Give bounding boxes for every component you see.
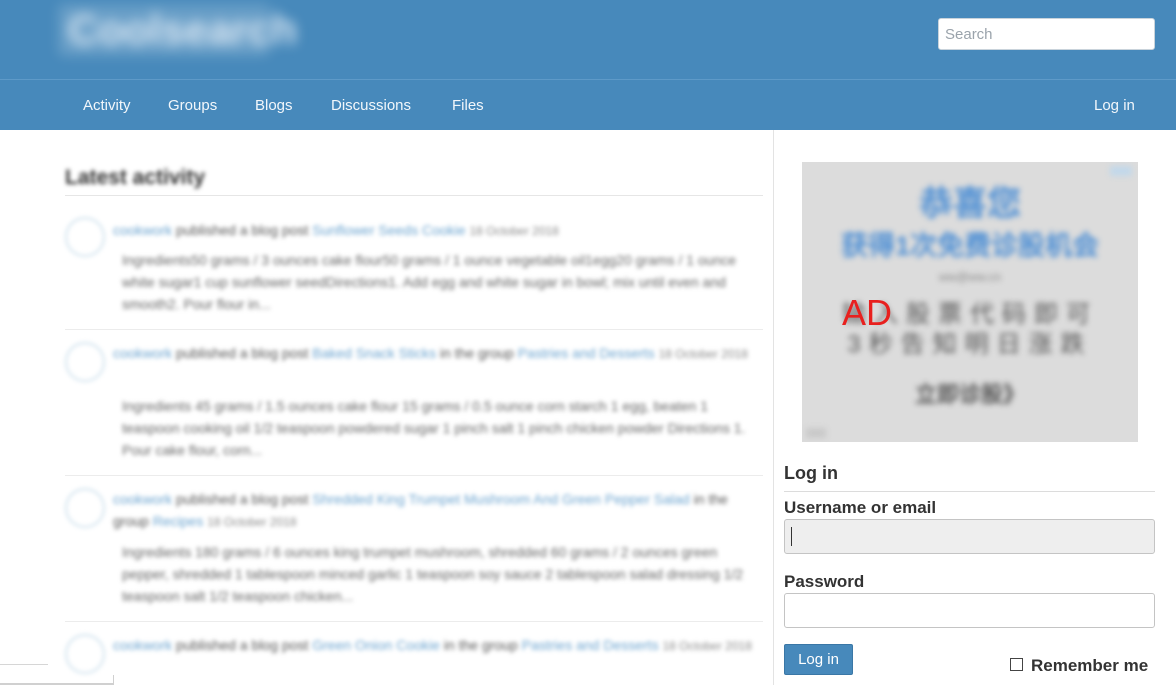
nav-discussions[interactable]: Discussions bbox=[331, 80, 411, 131]
login-button[interactable]: Log in bbox=[784, 644, 853, 675]
remember-me[interactable]: Remember me bbox=[1010, 656, 1148, 676]
password-label: Password bbox=[784, 572, 865, 591]
post-link[interactable]: Baked Snack Sticks bbox=[312, 345, 436, 361]
post-excerpt: Ingredients 45 grams / 1.5 ounces cake f… bbox=[122, 398, 746, 458]
activity-meta: cookwork published a blog post Baked Sna… bbox=[113, 342, 763, 365]
nav-files[interactable]: Files bbox=[452, 80, 484, 131]
divider bbox=[65, 475, 763, 476]
site-logo[interactable]: Coolsearch bbox=[58, 4, 297, 56]
scrollbar-edge bbox=[113, 675, 114, 685]
avatar[interactable] bbox=[65, 342, 105, 382]
nav-groups[interactable]: Groups bbox=[168, 80, 217, 131]
user-link[interactable]: cookwork bbox=[113, 637, 172, 653]
page-title: Latest activity bbox=[65, 166, 206, 189]
ad-info-icon[interactable] bbox=[806, 428, 826, 438]
header-bar: Coolsearch bbox=[0, 0, 1176, 79]
action-text: published a blog post bbox=[176, 637, 309, 653]
group-prefix: in the group bbox=[439, 345, 514, 361]
post-link[interactable]: Sunflower Seeds Cookie bbox=[312, 222, 465, 238]
sidebar-divider bbox=[773, 130, 774, 685]
ad-url: ww@ww.cn bbox=[938, 270, 1002, 284]
action-text: published a blog post bbox=[176, 491, 309, 507]
divider bbox=[65, 621, 763, 622]
post-date: 18 October 2018 bbox=[469, 224, 559, 238]
post-date: 18 October 2018 bbox=[658, 347, 748, 361]
group-prefix: in the group bbox=[443, 637, 518, 653]
post-date: 18 October 2018 bbox=[207, 515, 297, 529]
text-cursor bbox=[791, 527, 792, 546]
username-label: Username or email bbox=[784, 498, 937, 517]
login-title: Log in bbox=[784, 463, 838, 483]
post-link[interactable]: Shredded King Trumpet Mushroom And Green… bbox=[312, 491, 689, 507]
divider bbox=[65, 195, 763, 196]
main-nav: Activity Groups Blogs Discussions Files … bbox=[0, 79, 1176, 130]
action-text: published a blog post bbox=[176, 345, 309, 361]
ad-label: AD bbox=[842, 292, 893, 333]
ad-choices-icon[interactable] bbox=[1110, 166, 1132, 176]
ad-headline: 恭喜您 bbox=[919, 185, 1021, 223]
remember-label: Remember me bbox=[1031, 656, 1149, 675]
avatar[interactable] bbox=[65, 217, 105, 257]
post-date: 18 October 2018 bbox=[662, 639, 752, 653]
nav-activity[interactable]: Activity bbox=[83, 80, 131, 131]
post-link[interactable]: Green Onion Cookie bbox=[312, 637, 440, 653]
ad-subheadline: 获得1次免费诊股机会 bbox=[840, 231, 1100, 261]
scrollbar-edge bbox=[0, 664, 48, 665]
remember-checkbox[interactable] bbox=[1010, 658, 1023, 672]
activity-meta: cookwork published a blog post Shredded … bbox=[113, 488, 763, 533]
ad-cta[interactable]: 立即诊股》 bbox=[802, 377, 1138, 409]
username-field[interactable] bbox=[784, 519, 1155, 554]
group-link[interactable]: Pastries and Desserts bbox=[522, 637, 659, 653]
divider bbox=[784, 491, 1155, 492]
activity-meta: cookwork published a blog post Green Oni… bbox=[113, 634, 763, 657]
nav-login[interactable]: Log in bbox=[1094, 80, 1135, 131]
password-field[interactable] bbox=[784, 593, 1155, 628]
avatar[interactable] bbox=[65, 488, 105, 528]
user-link[interactable]: cookwork bbox=[113, 345, 172, 361]
group-link[interactable]: Recipes bbox=[153, 513, 204, 529]
nav-blogs[interactable]: Blogs bbox=[255, 80, 293, 131]
group-link[interactable]: Pastries and Desserts bbox=[518, 345, 655, 361]
user-link[interactable]: cookwork bbox=[113, 222, 172, 238]
divider bbox=[65, 329, 763, 330]
activity-meta: cookwork published a blog post Sunflower… bbox=[113, 219, 763, 242]
post-excerpt: Ingredients 180 grams / 6 ounces king tr… bbox=[122, 544, 744, 604]
user-link[interactable]: cookwork bbox=[113, 491, 172, 507]
action-text: published a blog post bbox=[176, 222, 309, 238]
avatar[interactable] bbox=[65, 634, 105, 674]
post-excerpt: Ingredients50 grams / 3 ounces cake flou… bbox=[122, 252, 737, 312]
search-input[interactable] bbox=[938, 18, 1155, 50]
